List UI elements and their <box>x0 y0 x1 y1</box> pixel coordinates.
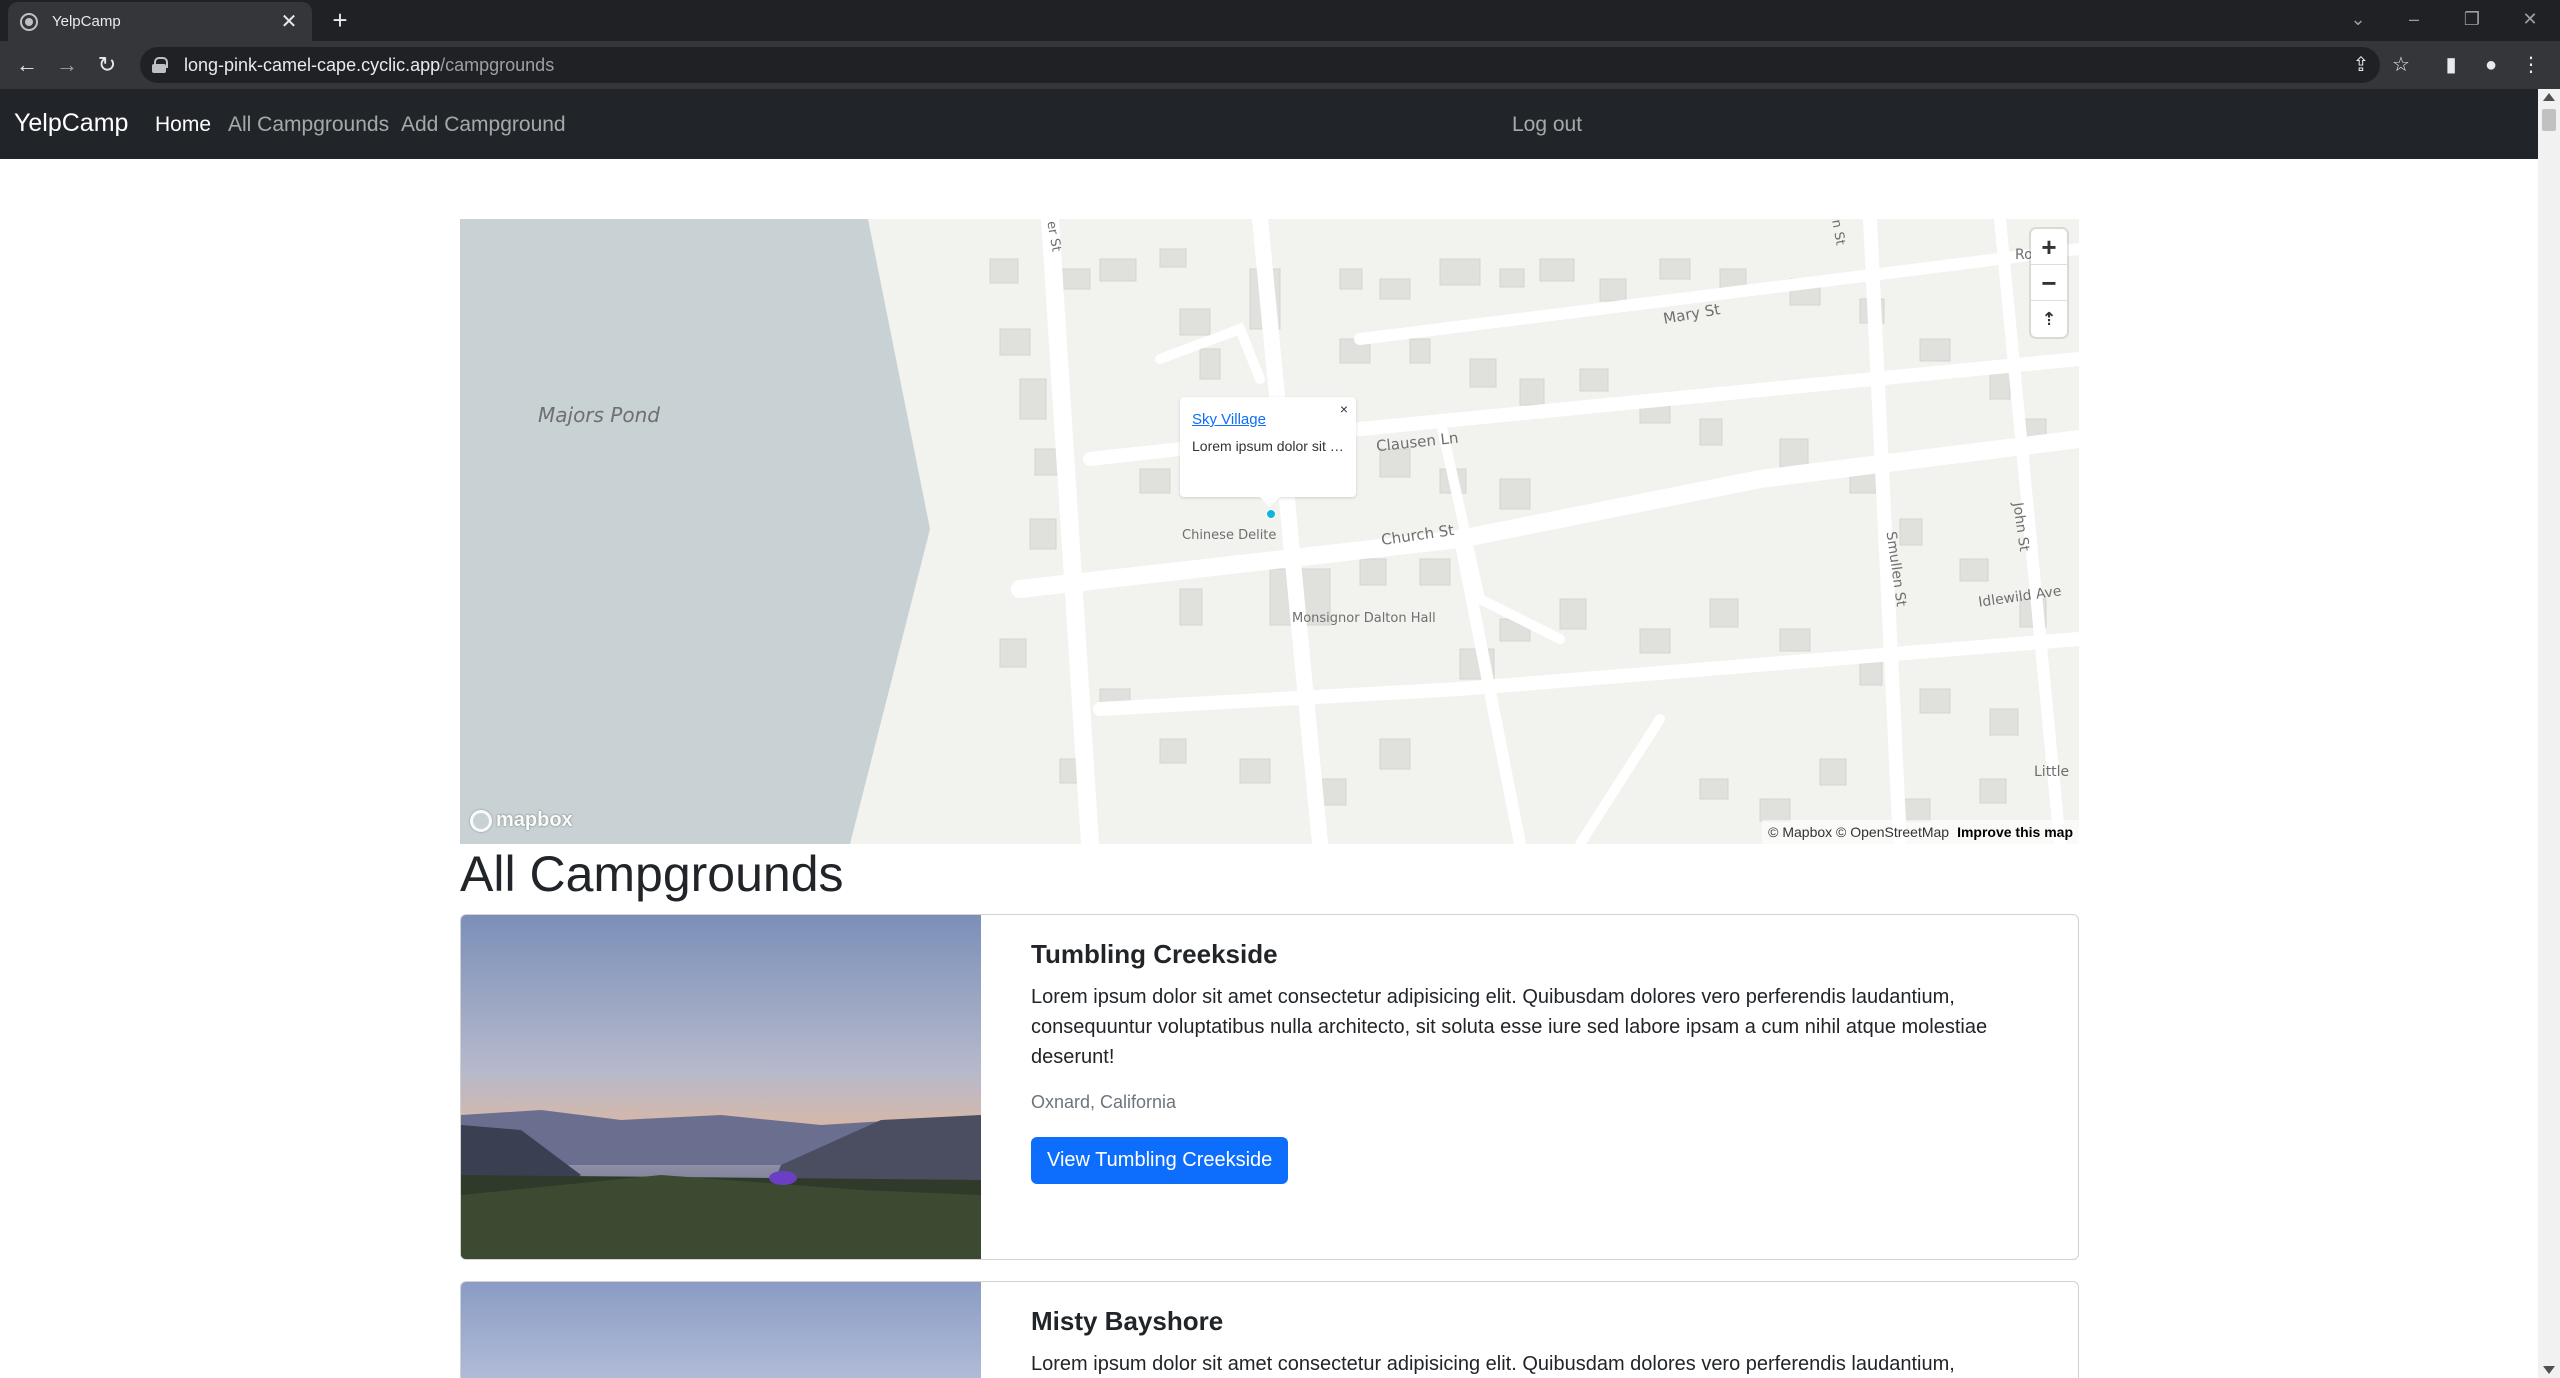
back-button[interactable]: ← <box>12 50 42 80</box>
map-label-pond: Majors Pond <box>538 403 660 427</box>
share-icon[interactable]: ⇪ <box>2346 50 2376 80</box>
cluster-map[interactable]: Majors Pond Mary St Clausen Ln Church St… <box>460 219 2079 844</box>
card-title: Tumbling Creekside <box>1031 939 1278 969</box>
browser-toolbar: ← → ↻ long-pink-camel-cape.cyclic.app/ca… <box>0 41 2560 89</box>
minimize-button[interactable]: – <box>2394 4 2434 34</box>
tab-close-icon[interactable]: ✕ <box>278 9 300 34</box>
card-body: Tumbling Creekside Lorem ipsum dolor sit… <box>981 915 2078 1259</box>
restore-button[interactable]: ❐ <box>2452 4 2492 34</box>
zoom-out-button[interactable]: − <box>2031 265 2067 301</box>
address-bar[interactable]: long-pink-camel-cape.cyclic.app/campgrou… <box>140 47 2380 83</box>
scroll-up-icon[interactable] <box>2543 93 2555 101</box>
map-zoom-control: + − ⇡ <box>2031 229 2067 337</box>
bookmark-star-icon[interactable]: ☆ <box>2386 50 2416 80</box>
map-label-little: Little <box>2034 764 2070 780</box>
mapbox-logo-icon <box>470 809 492 832</box>
map-label-chinese: Chinese Delite <box>1182 528 1277 543</box>
card-location: Oxnard, California <box>1031 1092 1177 1112</box>
map-label-hall: Monsignor Dalton Hall <box>1292 611 1436 626</box>
campground-photo <box>461 915 981 1259</box>
mapbox-logo[interactable]: mapbox <box>470 809 573 832</box>
globe-icon <box>20 12 38 31</box>
close-window-button[interactable]: ✕ <box>2510 4 2550 34</box>
forward-button[interactable]: → <box>52 50 82 80</box>
menu-kebab-icon[interactable]: ⋮ <box>2516 50 2546 80</box>
browser-tab-bar: YelpCamp ✕ + ⌄ – ❐ ✕ <box>0 0 2560 41</box>
page-title: All Campgrounds <box>460 846 844 902</box>
tab-title: YelpCamp <box>52 13 121 30</box>
compass-button[interactable]: ⇡ <box>2031 301 2067 337</box>
brand-logo[interactable]: YelpCamp <box>14 109 128 138</box>
card-title: Misty Bayshore <box>1031 1306 1224 1336</box>
view-campground-button[interactable]: View Tumbling Creekside <box>1031 1137 1289 1184</box>
attribution-text[interactable]: © Mapbox © OpenStreetMap <box>1768 824 1949 840</box>
lock-icon <box>152 57 168 73</box>
improve-map-link[interactable]: Improve this map <box>1957 824 2073 840</box>
card-description: Lorem ipsum dolor sit amet consectetur a… <box>1031 986 1988 1068</box>
browser-tab[interactable]: YelpCamp ✕ <box>8 2 312 41</box>
campground-card: Tumbling Creekside Lorem ipsum dolor sit… <box>460 914 2079 1260</box>
map-popup: × Sky Village Lorem ipsum dolor sit amet… <box>1180 397 1356 507</box>
card-body: Misty Bayshore Lorem ipsum dolor sit ame… <box>981 1282 2078 1378</box>
url-path: /campgrounds <box>440 54 555 75</box>
side-panel-icon[interactable]: ▮ <box>2436 50 2466 80</box>
profile-icon[interactable]: ● <box>2476 50 2506 80</box>
nav-all-campgrounds[interactable]: All Campgrounds <box>228 113 389 137</box>
mapbox-logo-text: mapbox <box>496 809 573 831</box>
popup-description: Lorem ipsum dolor sit amet consectetur <box>1192 438 1344 454</box>
app-navbar: YelpCamp Home All Campgrounds Add Campgr… <box>0 89 2538 159</box>
popup-title-link[interactable]: Sky Village <box>1192 411 1344 428</box>
campground-photo <box>461 1282 981 1378</box>
map-attribution: © Mapbox © OpenStreetMap Improve this ma… <box>1762 820 2079 844</box>
map-marker[interactable] <box>1266 509 1276 519</box>
scroll-down-icon[interactable] <box>2543 1366 2555 1374</box>
tab-search-icon[interactable]: ⌄ <box>2338 4 2378 34</box>
zoom-in-button[interactable]: + <box>2031 229 2067 265</box>
new-tab-button[interactable]: + <box>326 6 354 34</box>
campground-image <box>461 1282 981 1378</box>
nav-logout[interactable]: Log out <box>1512 113 1582 137</box>
page-scrollbar[interactable] <box>2538 89 2560 1378</box>
url-host: long-pink-camel-cape.cyclic.app <box>184 54 441 75</box>
scroll-thumb[interactable] <box>2542 109 2556 131</box>
card-description: Lorem ipsum dolor sit amet consectetur a… <box>1031 1353 1955 1375</box>
nav-add-campground[interactable]: Add Campground <box>401 113 566 137</box>
campground-image <box>461 915 981 1259</box>
nav-home[interactable]: Home <box>155 113 211 137</box>
campground-card: Misty Bayshore Lorem ipsum dolor sit ame… <box>460 1281 2079 1378</box>
reload-button[interactable]: ↻ <box>92 50 122 80</box>
popup-close-icon[interactable]: × <box>1340 401 1348 417</box>
